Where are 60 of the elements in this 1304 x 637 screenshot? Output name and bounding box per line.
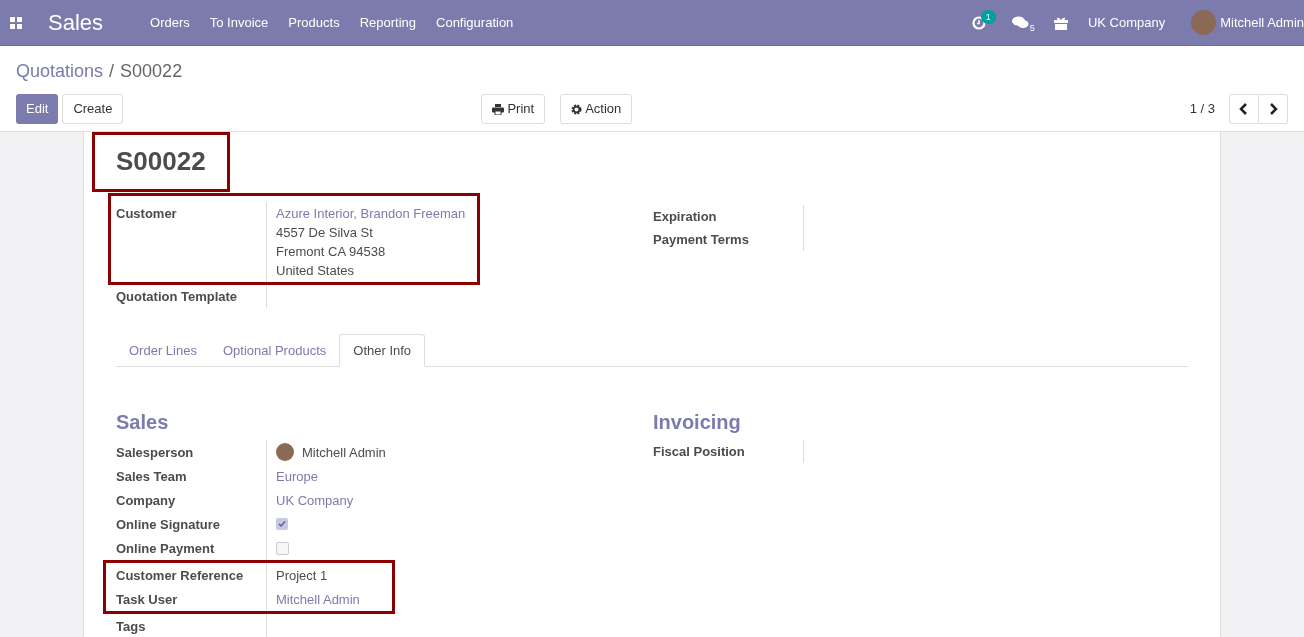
- previous-button[interactable]: [1229, 94, 1259, 124]
- address-line: Fremont CA 94538: [276, 243, 387, 261]
- chevron-right-icon: [1268, 103, 1278, 115]
- checkbox[interactable]: [276, 517, 288, 530]
- section-heading: Invoicing: [653, 410, 742, 435]
- field-label: Quotation Template: [116, 288, 239, 306]
- user-avatar: [276, 443, 294, 461]
- tab[interactable]: Other Info: [339, 334, 426, 367]
- checkbox[interactable]: [276, 541, 289, 555]
- user-avatar: [1191, 10, 1217, 35]
- field-label: Salesperson: [116, 443, 195, 462]
- clock-icon[interactable]: [971, 15, 986, 30]
- print-button[interactable]: Print: [481, 94, 546, 124]
- field-link[interactable]: UK Company: [276, 492, 354, 508]
- chat-icon[interactable]: [1011, 16, 1029, 29]
- gift-icon[interactable]: [1053, 15, 1068, 30]
- tab[interactable]: Optional Products: [209, 334, 340, 367]
- message-count: 5: [1029, 22, 1035, 36]
- field-label: Online Payment: [116, 539, 216, 558]
- address-line: United States: [276, 262, 356, 280]
- menu-item[interactable]: Products: [288, 12, 340, 33]
- field-label: Payment Terms: [653, 231, 750, 249]
- field-label: Expiration: [653, 208, 718, 226]
- breadcrumb-separator: /: [109, 60, 115, 83]
- customer-link[interactable]: Azure Interior, Brandon Freeman: [276, 204, 466, 223]
- field-label: Customer Reference: [116, 566, 245, 585]
- field-value: Project 1: [276, 567, 328, 583]
- pager-value: 1 / 3: [1189, 100, 1215, 119]
- edit-button[interactable]: Edit: [16, 94, 59, 124]
- activity-count-badge: 1: [980, 9, 996, 24]
- chevron-left-icon: [1239, 103, 1249, 115]
- section-heading: Sales: [116, 410, 170, 435]
- apps-menu-icon[interactable]: [10, 16, 22, 29]
- field-label: Fiscal Position: [653, 443, 746, 461]
- menu-item[interactable]: To Invoice: [209, 12, 269, 33]
- app-title[interactable]: Sales: [48, 6, 104, 39]
- create-button[interactable]: Create: [62, 94, 124, 124]
- next-button[interactable]: [1259, 94, 1288, 124]
- company-switcher[interactable]: UK Company: [1087, 12, 1166, 33]
- field-link[interactable]: Europe: [276, 468, 318, 484]
- menu-item[interactable]: Configuration: [436, 12, 514, 33]
- field-label: Company: [116, 491, 177, 510]
- address-line: 4557 De Silva St: [276, 224, 374, 242]
- action-button[interactable]: Action: [560, 94, 633, 124]
- menu-item[interactable]: Orders: [150, 12, 190, 33]
- user-menu[interactable]: Mitchell Admin: [1220, 12, 1304, 33]
- printer-icon: [492, 103, 505, 115]
- breadcrumb-current: S00022: [120, 60, 183, 83]
- tab[interactable]: Order Lines: [116, 334, 210, 367]
- field-link[interactable]: Mitchell Admin: [276, 591, 360, 607]
- field-label: Task User: [116, 590, 179, 609]
- field-label: Sales Team: [116, 467, 188, 486]
- field-label: Tags: [116, 617, 147, 636]
- field-label: Customer: [116, 205, 178, 223]
- menu-item[interactable]: Reporting: [359, 12, 416, 33]
- field-value: Mitchell Admin: [302, 443, 386, 462]
- record-title: S00022: [116, 146, 206, 176]
- breadcrumb-link[interactable]: Quotations: [16, 58, 104, 85]
- gear-icon: [571, 103, 583, 115]
- field-label: Online Signature: [116, 515, 221, 534]
